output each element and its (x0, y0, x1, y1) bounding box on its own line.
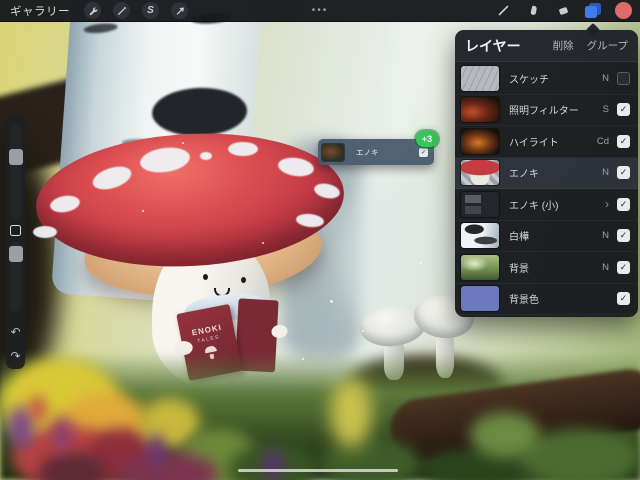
blend-mode-button[interactable]: S (591, 104, 609, 115)
layer-name: 照明フィルター (509, 106, 579, 118)
layer-name: 背景 (509, 263, 529, 275)
blend-mode-button[interactable]: Cd (591, 136, 609, 147)
layer-visibility-checkbox[interactable]: ✓ (617, 166, 630, 180)
layer-row-lighting[interactable]: 照明フィルター S ✓ (455, 95, 638, 126)
blend-mode-button[interactable]: N (591, 167, 609, 178)
layers-panel-header: レイヤー 削除 グループ (455, 30, 638, 62)
layer-name: ハイライト (509, 137, 559, 149)
layer-row-highlight[interactable]: ハイライト Cd ✓ (455, 126, 638, 158)
undo-icon: ↶ (10, 325, 21, 339)
panel-title: レイヤー (465, 37, 521, 54)
art-eye-left (203, 274, 208, 280)
transform-button[interactable] (171, 2, 188, 19)
layer-row-background[interactable]: 背景 N ✓ (455, 252, 638, 284)
layer-thumbnail[interactable] (461, 223, 499, 249)
layer-visibility-checkbox[interactable]: ✓ (617, 229, 630, 243)
brush-tool-button[interactable] (488, 0, 518, 22)
layer-drag-preview[interactable]: エノキ ✓ +3 (318, 131, 438, 165)
blend-mode-button[interactable]: N (591, 230, 609, 241)
layer-name: エノキ (小) (509, 200, 559, 212)
brush-size-handle[interactable] (8, 149, 23, 165)
layer-thumbnail[interactable] (461, 65, 499, 91)
layer-row-sketch[interactable]: スケッチ N (455, 63, 638, 95)
layer-name: エノキ (509, 169, 539, 181)
layer-visibility-checkbox[interactable]: ✓ (617, 260, 630, 274)
eraser-icon (558, 7, 568, 15)
home-indicator[interactable] (238, 469, 398, 472)
redo-button[interactable]: ↷ (10, 350, 20, 366)
selection-button[interactable]: S (142, 2, 159, 19)
adjustments-button[interactable] (113, 2, 130, 19)
redo-icon: ↷ (10, 349, 21, 363)
cursor-arrow-icon (176, 7, 184, 15)
delete-button[interactable]: 削除 (553, 38, 574, 53)
drag-preview-label: エノキ (356, 147, 379, 157)
layer-visibility-checkbox[interactable]: ✓ (617, 197, 630, 211)
layer-thumbnail[interactable] (461, 191, 499, 217)
undo-button[interactable]: ↶ (10, 326, 20, 342)
smudge-finger-icon (530, 5, 537, 15)
group-button[interactable]: グループ (587, 38, 628, 53)
layer-visibility-checkbox[interactable]: ✓ (617, 292, 630, 306)
sidebar-sliders: ↶ ↷ (6, 115, 25, 369)
modify-button[interactable] (10, 225, 21, 236)
drag-count-badge: +3 (416, 131, 438, 147)
eraser-tool-button[interactable] (548, 0, 578, 22)
color-picker-button[interactable] (608, 0, 638, 22)
actions-wrench-button[interactable] (84, 2, 101, 19)
layer-thumbnail[interactable] (461, 254, 499, 280)
layer-row-bg-color[interactable]: 背景色 ✓ (455, 284, 638, 315)
layer-name: スケッチ (509, 74, 549, 86)
blend-mode-button[interactable]: N (591, 262, 609, 273)
layer-name: 背景色 (509, 295, 539, 307)
magic-wand-icon (117, 6, 126, 15)
layer-row-enoki-small[interactable]: エノキ (小) › ✓ (455, 189, 638, 221)
layer-visibility-checkbox[interactable]: ✓ (617, 134, 630, 148)
layer-row-enoki[interactable]: エノキ N ✓ (455, 157, 638, 189)
layer-list: スケッチ N 照明フィルター S ✓ ハイライト Cd ✓ エノキ N ✓ エノキ (小) › ✓ 白樺 N ✓… (455, 62, 638, 315)
drag-preview-thumbnail (322, 143, 344, 161)
layer-thumbnail[interactable] (461, 160, 499, 186)
selection-s-icon: S (147, 5, 154, 16)
gallery-button[interactable]: ギャラリー (10, 3, 70, 19)
layers-panel: レイヤー 削除 グループ スケッチ N 照明フィルター S ✓ ハイライト Cd ✓ エノキ N ✓… (455, 22, 638, 317)
brush-icon (498, 5, 508, 16)
layers-panel-button[interactable] (578, 0, 608, 22)
layer-thumbnail[interactable] (461, 128, 499, 154)
layer-thumbnail[interactable] (461, 97, 499, 123)
opacity-slider[interactable] (8, 242, 23, 312)
procreate-app: ENOKI TALES ギャラリー S ••• ↶ ↷ レイヤー 削除 グループ… (0, 0, 640, 480)
wrench-icon (89, 7, 97, 15)
top-toolbar: ギャラリー S ••• (0, 0, 640, 22)
brush-size-slider[interactable] (8, 123, 23, 219)
art-eye-right (241, 277, 246, 283)
layer-row-birch[interactable]: 白樺 N ✓ (455, 221, 638, 252)
smudge-tool-button[interactable] (518, 0, 548, 22)
layers-icon (585, 3, 601, 18)
layer-visibility-checkbox[interactable] (617, 71, 630, 85)
drag-preview-checkbox: ✓ (419, 147, 428, 157)
current-color-swatch (614, 2, 632, 19)
opacity-handle[interactable] (8, 246, 23, 262)
group-chevron-icon[interactable]: › (591, 197, 609, 211)
blend-mode-button[interactable]: N (591, 73, 609, 84)
layer-visibility-checkbox[interactable]: ✓ (617, 103, 630, 117)
layer-name: 白樺 (509, 232, 529, 244)
layer-thumbnail[interactable] (461, 286, 499, 312)
